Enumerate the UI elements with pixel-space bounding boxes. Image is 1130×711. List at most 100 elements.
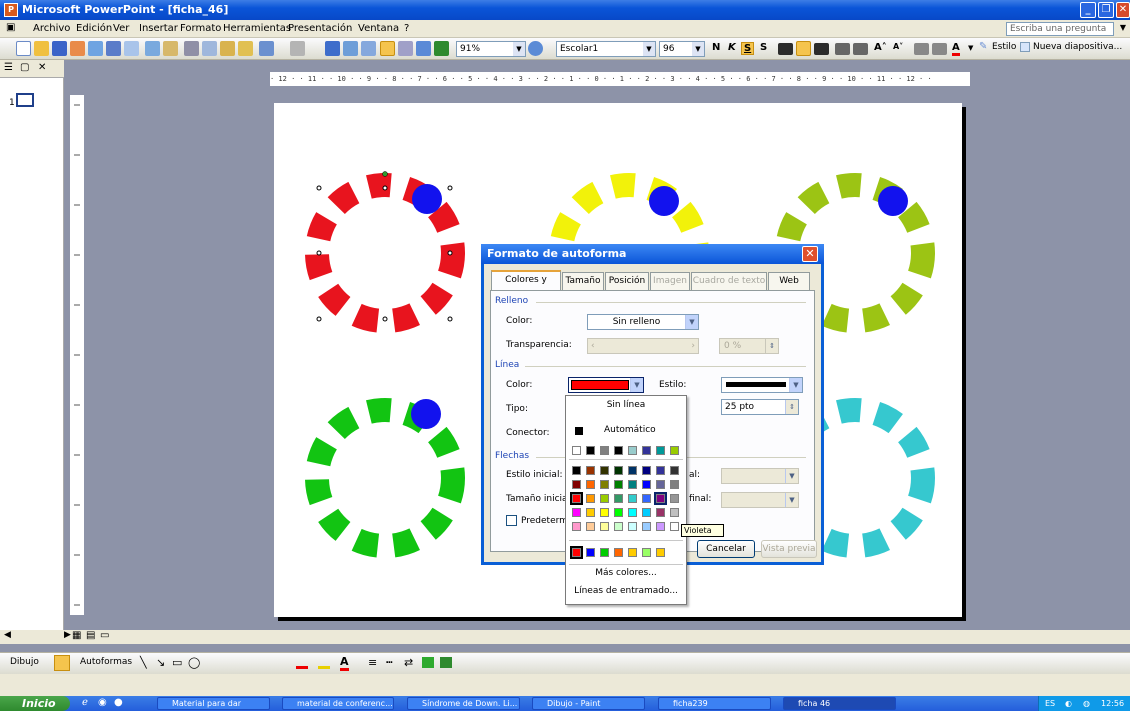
standard-color-swatch[interactable] [586, 508, 595, 517]
no-line-option[interactable]: Sin línea [566, 400, 686, 410]
chevron-down-icon[interactable]: ▼ [789, 378, 802, 392]
fill-color-select[interactable]: Sin relleno ▼ [587, 314, 699, 330]
horizontal-scrollbar[interactable]: ◀ ▶ ▦ ▤ ▭ [0, 630, 1130, 644]
standard-color-swatch[interactable] [656, 508, 665, 517]
spelling-icon[interactable] [145, 41, 160, 56]
standard-color-swatch[interactable] [614, 480, 623, 489]
underline-button[interactable]: S [741, 42, 755, 55]
italic-button[interactable]: K [728, 42, 736, 53]
standard-color-swatch[interactable] [614, 508, 623, 517]
recent-color-swatch[interactable] [570, 546, 583, 559]
standard-color-swatch[interactable] [600, 522, 609, 531]
chevron-down-icon[interactable]: ▼ [785, 493, 798, 507]
arrow-tool-icon[interactable]: ↘ [156, 656, 165, 669]
align-right-icon[interactable] [814, 43, 829, 55]
scroll-right-icon[interactable]: ▶ [64, 630, 71, 640]
sorter-view-icon[interactable]: ▤ [86, 630, 95, 641]
standard-color-swatch[interactable] [600, 480, 609, 489]
cut-icon[interactable] [184, 41, 199, 56]
ie-icon[interactable]: ℯ [82, 697, 88, 708]
menu-archivo[interactable]: Archivo [33, 23, 70, 34]
chevron-down-icon[interactable]: ▼ [685, 315, 698, 329]
zoom-select[interactable]: 91% ▼ [456, 41, 526, 57]
standard-color-swatch[interactable] [642, 508, 651, 517]
design-icon[interactable]: ✎ [979, 41, 987, 52]
scheme-color-swatch[interactable] [614, 446, 623, 455]
close-button[interactable]: ✕ [1116, 2, 1130, 18]
tab-web[interactable]: Web [768, 272, 810, 290]
scheme-color-swatch[interactable] [572, 446, 581, 455]
chevron-down-icon[interactable]: ▼ [968, 44, 973, 52]
spinner-icon[interactable]: ⇕ [765, 339, 778, 353]
yellow-ring-ball[interactable] [649, 186, 679, 216]
menu-insertar[interactable]: Insertar [139, 23, 178, 34]
standard-color-swatch[interactable] [570, 492, 583, 505]
olive-ring-ball[interactable] [878, 186, 908, 216]
task-sindrome-down[interactable]: Síndrome de Down. Li... [407, 697, 520, 710]
chevron-down-icon[interactable]: ▼ [643, 42, 655, 56]
scheme-color-swatch[interactable] [600, 446, 609, 455]
standard-color-swatch[interactable] [572, 522, 581, 531]
standard-color-swatch[interactable] [670, 494, 679, 503]
increase-indent-icon[interactable] [932, 43, 947, 55]
standard-color-swatch[interactable] [656, 522, 665, 531]
chevron-down-icon[interactable]: ▼ [692, 42, 704, 56]
email-icon[interactable] [88, 41, 103, 56]
standard-color-swatch[interactable] [614, 494, 623, 503]
normal-view-icon[interactable]: ▦ [72, 630, 81, 641]
tables-borders-icon[interactable] [361, 41, 376, 56]
scheme-color-swatch[interactable] [656, 446, 665, 455]
align-left-icon[interactable] [778, 43, 793, 55]
outline-tab-icon[interactable]: ☰ [4, 62, 13, 73]
font-color-icon[interactable]: A [340, 655, 349, 671]
green-ring-ball[interactable] [411, 399, 441, 429]
undo-icon[interactable] [259, 41, 274, 56]
task-material-para-dar[interactable]: Material para dar [157, 697, 270, 710]
recent-color-swatch[interactable] [656, 548, 665, 557]
green-ring[interactable] [305, 398, 465, 558]
red-ring-ball[interactable] [412, 184, 442, 214]
shadow-style-icon[interactable] [422, 657, 434, 668]
task-ficha46[interactable]: ficha 46 [783, 697, 896, 710]
menu-edicion[interactable]: Edición [76, 23, 112, 34]
print-preview-icon[interactable] [124, 41, 139, 56]
scheme-color-swatch[interactable] [642, 446, 651, 455]
chevron-down-icon[interactable]: ▼ [630, 378, 643, 392]
tab-text-box[interactable]: Cuadro de texto [691, 272, 767, 290]
standard-color-swatch[interactable] [642, 480, 651, 489]
slide-thumbnail[interactable] [16, 93, 34, 107]
dialog-close-button[interactable]: ✕ [802, 246, 818, 262]
new-icon[interactable] [16, 41, 31, 56]
slideshow-view-icon[interactable]: ▭ [100, 630, 109, 641]
3d-style-icon[interactable] [440, 657, 452, 668]
menu-help[interactable]: ? [404, 23, 409, 34]
recent-color-swatch[interactable] [600, 548, 609, 557]
tab-position[interactable]: Posición [605, 272, 649, 290]
standard-color-swatch[interactable] [586, 466, 595, 475]
select-objects-icon[interactable] [54, 655, 70, 671]
standard-color-swatch[interactable] [600, 508, 609, 517]
default-checkbox[interactable] [506, 515, 517, 526]
rectangle-tool-icon[interactable]: ▭ [172, 656, 182, 669]
font-size-select[interactable]: 96 ▼ [659, 41, 705, 57]
transparency-input[interactable]: 0 % ⇕ [719, 338, 779, 354]
document-icon[interactable]: ▣ [6, 22, 15, 33]
media-icon[interactable]: ◉ [98, 697, 107, 708]
chevron-down-icon[interactable]: ▼ [785, 469, 798, 483]
more-colors-option[interactable]: Más colores... [566, 568, 686, 578]
fill-color-icon[interactable] [296, 657, 308, 669]
draw-menu-button[interactable]: Dibujo [10, 657, 39, 667]
standard-color-swatch[interactable] [642, 494, 651, 503]
end-style-select[interactable]: ▼ [721, 468, 799, 484]
show-formatting-icon[interactable] [398, 41, 413, 56]
tab-size[interactable]: Tamaño [562, 272, 604, 290]
task-material-conferencia[interactable]: material de conferenc... [282, 697, 394, 710]
automatic-option[interactable]: Automático [604, 425, 656, 435]
menu-ver[interactable]: Ver [113, 23, 129, 34]
standard-color-swatch[interactable] [628, 522, 637, 531]
scroll-left-icon[interactable]: ◀ [4, 630, 11, 640]
standard-color-swatch[interactable] [670, 508, 679, 517]
standard-color-swatch[interactable] [600, 466, 609, 475]
standard-color-swatch[interactable] [614, 522, 623, 531]
recent-color-swatch[interactable] [586, 548, 595, 557]
